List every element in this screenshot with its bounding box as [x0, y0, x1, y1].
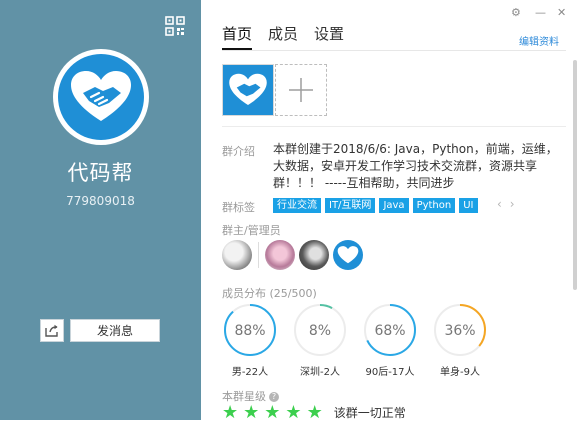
share-icon	[45, 324, 58, 337]
tag-item[interactable]: Java	[379, 198, 409, 213]
tag-item[interactable]: Python	[412, 198, 456, 213]
admin-list	[222, 240, 363, 270]
close-button[interactable]: ✕	[557, 6, 566, 19]
group-intro-text: 本群创建于2018/6/6: Java，Python，前端，运维，大数据，安卓开…	[273, 142, 558, 190]
stat-percent: 8%	[309, 323, 331, 339]
settings-icon[interactable]: ⚙	[511, 6, 521, 19]
stat-caption: 深圳-2人	[300, 367, 340, 378]
stat-percent: 88%	[234, 323, 265, 339]
admin-avatar[interactable]	[333, 240, 363, 270]
progress-ring: 36%	[434, 304, 486, 356]
progress-ring: 68%	[364, 304, 416, 356]
star-icon: ★	[243, 401, 260, 423]
star-icon: ★	[222, 401, 239, 423]
admin-separator	[258, 242, 259, 268]
tag-item[interactable]: IT/互联网	[325, 198, 376, 213]
tab-home[interactable]: 首页	[222, 23, 253, 50]
send-message-button[interactable]: 发消息	[70, 319, 160, 342]
intro-label: 群介绍	[222, 145, 255, 158]
group-photo[interactable]	[222, 64, 274, 116]
member-stat: 68% 90后-17人	[362, 302, 418, 378]
stat-caption: 男-22人	[231, 367, 269, 378]
star-icon: ★	[285, 401, 302, 423]
handshake-heart-icon	[337, 246, 359, 264]
section-divider	[222, 126, 566, 127]
admin-avatar[interactable]	[222, 240, 252, 270]
admin-avatar[interactable]	[299, 240, 329, 270]
handshake-heart-icon	[71, 71, 131, 121]
admins-label: 群主/管理员	[222, 224, 281, 237]
scrollbar[interactable]	[573, 60, 577, 290]
group-id: 779809018	[66, 194, 135, 208]
info-icon[interactable]: ?	[269, 392, 279, 402]
stat-percent: 68%	[374, 323, 405, 339]
group-detail-panel: ⚙ — ✕ 编辑资料 首页 成员 设置 群介绍 本群创建于2018/6/6: J…	[201, 0, 580, 423]
progress-ring: 88%	[224, 304, 276, 356]
member-stat: 88% 男-22人	[222, 302, 278, 378]
star-rating: ★ ★ ★ ★ ★ 该群一切正常	[222, 401, 406, 423]
edit-profile-link[interactable]: 编辑资料	[519, 33, 559, 48]
star-icon: ★	[306, 401, 323, 423]
stat-caption: 90后-17人	[365, 367, 415, 378]
group-profile-window: 代码帮 779809018 发消息 ⚙ — ✕ 编辑资料 首页 成员 设置 群介…	[0, 0, 580, 423]
tag-item[interactable]: UI	[459, 198, 478, 213]
member-distribution-label: 成员分布 (25/500)	[222, 287, 317, 300]
tag-item[interactable]: 行业交流	[273, 198, 321, 213]
share-button[interactable]	[40, 319, 64, 342]
tab-divider	[222, 50, 566, 51]
rating-status-text: 该群一切正常	[333, 406, 406, 420]
member-stat: 8% 深圳-2人	[292, 302, 348, 378]
stat-caption: 单身-9人	[440, 367, 480, 378]
member-stat: 36% 单身-9人	[432, 302, 488, 378]
handshake-heart-icon	[229, 73, 267, 105]
group-summary-panel: 代码帮 779809018 发消息	[0, 0, 201, 420]
tab-members[interactable]: 成员	[268, 23, 298, 50]
tag-list: 行业交流 IT/互联网 Java Python UI	[273, 198, 478, 213]
star-icon: ★	[264, 401, 281, 423]
progress-ring: 8%	[294, 304, 346, 356]
add-photo-button[interactable]	[275, 64, 327, 116]
group-avatar[interactable]	[53, 49, 149, 145]
group-name: 代码帮	[67, 161, 134, 185]
plus-icon	[289, 78, 313, 102]
admin-avatar[interactable]	[265, 240, 295, 270]
stat-percent: 36%	[444, 323, 475, 339]
qr-code-icon[interactable]	[165, 16, 185, 36]
tag-scroll-arrows[interactable]: ‹›	[497, 197, 523, 211]
tab-bar: 首页 成员 设置	[222, 23, 344, 50]
tags-label: 群标签	[222, 201, 255, 214]
tab-settings[interactable]: 设置	[314, 23, 344, 50]
minimize-button[interactable]: —	[535, 6, 546, 19]
